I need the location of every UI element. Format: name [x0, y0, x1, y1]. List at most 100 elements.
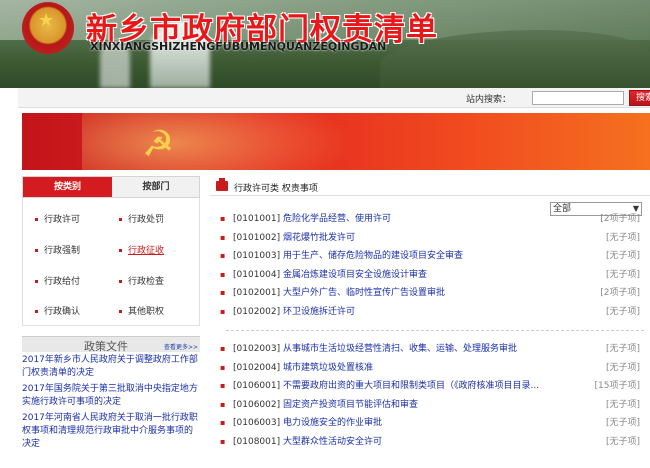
item-name[interactable]: 大型群众性活动安全许可 — [283, 437, 382, 447]
list-item[interactable]: ▪ [0106002] 固定资产投资项目节能评估和审查 [无子项] — [218, 396, 644, 415]
main-header: 行政许可类 权责事项 — [210, 176, 650, 196]
category-tabs: 按类别 按部门 — [22, 176, 200, 198]
bullet-icon — [119, 249, 122, 252]
bullet-icon: ▪ — [220, 214, 226, 223]
list-item[interactable]: ▪ [0102002] 环卫设施拆迁许可 [无子项] — [218, 303, 644, 322]
list-item[interactable]: ▪ [0102003] 从事城市生活垃圾经营性清扫、收集、运输、处理服务审批 [无子… — [218, 340, 644, 359]
bullet-icon: ▪ — [220, 344, 226, 353]
bullet-icon: ▪ — [220, 251, 226, 260]
category-list: 行政许可 行政处罚 行政强制 行政征收 行政给付 行政检查 行政确认 其他职权 — [22, 198, 200, 326]
bullet-icon — [119, 310, 122, 313]
item-subcount: [15项子项] — [594, 381, 640, 391]
search-label: 站内搜索： — [466, 95, 512, 105]
category-item[interactable]: 行政给付 — [35, 274, 80, 287]
item-name[interactable]: 金属冶炼建设项目安全设施设计审查 — [283, 270, 427, 280]
item-code: [0102004] — [233, 362, 281, 373]
search-button[interactable]: 搜索 — [629, 90, 650, 106]
item-code: [0106002] — [233, 399, 281, 410]
category-item-active[interactable]: 行政征收 — [119, 243, 164, 256]
item-subcount: [无子项] — [605, 399, 640, 410]
item-subcount: [无子项] — [605, 344, 640, 354]
list-item[interactable]: ▪ [0101004] 金属冶炼建设项目安全设施设计审查 [无子项] — [218, 266, 644, 285]
hammer-sickle-icon: ☭ — [142, 124, 175, 165]
category-item[interactable]: 行政处罚 — [119, 212, 164, 225]
bullet-icon: ▪ — [220, 288, 226, 297]
bullet-icon — [35, 280, 38, 283]
bullet-icon — [119, 280, 122, 283]
item-code: [0101001] — [233, 214, 281, 224]
bullet-icon: ▪ — [220, 381, 226, 390]
main-title: 行政许可类 权责事项 — [234, 184, 318, 194]
bullet-icon: ▪ — [220, 436, 226, 446]
item-code: [0101002] — [233, 232, 281, 243]
item-subcount: [无子项] — [605, 436, 640, 447]
bullet-icon: ▪ — [220, 232, 226, 242]
policy-header: 政策文件 查看更多>> — [22, 336, 200, 353]
page: ★ 新乡市政府部门权责清单 XINXIANGSHIZHENGFUBUMENQUA… — [0, 0, 650, 468]
bullet-icon: ▪ — [220, 418, 226, 427]
policy-link[interactable]: 2017年河南省人民政府关于取消一批行政职权事项和清理规范行政审批中介服务事项的… — [22, 412, 200, 451]
item-code: [0101004] — [233, 269, 281, 280]
item-subcount: [无子项] — [605, 232, 640, 243]
policy-title: 政策文件 — [84, 340, 128, 353]
list-item[interactable]: ▪ [0101003] 用于生产、储存危险物品的建设项目安全审查 [无子项] — [218, 247, 644, 266]
left-panel: 按类别 按部门 行政许可 行政处罚 行政强制 行政征收 行政给付 行政检查 行政… — [22, 176, 200, 468]
list-item[interactable]: ▪ [0108001] 大型群众性活动安全许可 [无子项] — [218, 433, 644, 452]
item-code: [0106001] — [233, 381, 281, 391]
search-input[interactable] — [532, 91, 624, 105]
party-banner: ☭ — [22, 113, 650, 170]
item-code: [0102002] — [233, 306, 281, 317]
item-name[interactable]: 从事城市生活垃圾经营性清扫、收集、运输、处理服务审批 — [283, 344, 517, 354]
item-subcount: [无子项] — [605, 269, 640, 280]
group-gap — [218, 331, 644, 340]
policy-list: 2017年新乡市人民政府关于调整政府工作部门权责清单的决定 2017年国务院关于… — [22, 354, 200, 454]
bullet-icon: ▪ — [220, 362, 226, 372]
tab-by-department[interactable]: 按部门 — [112, 177, 200, 197]
policy-link[interactable]: 2017年国务院关于第三批取消中央指定地方实施行政许可事项的决定 — [22, 383, 200, 409]
item-subcount: [无子项] — [605, 306, 640, 317]
item-name[interactable]: 城市建筑垃圾处置核准 — [283, 363, 373, 373]
policy-link[interactable]: 2017年新乡市人民政府关于调整政府工作部门权责清单的决定 — [22, 354, 200, 380]
bullet-icon — [119, 218, 122, 221]
national-emblem-icon: ★ — [22, 2, 74, 54]
item-code: [0106003] — [233, 418, 281, 428]
header-banner: ★ 新乡市政府部门权责清单 XINXIANGSHIZHENGFUBUMENQUA… — [0, 0, 650, 88]
briefcase-icon — [216, 178, 228, 191]
category-item[interactable]: 行政强制 — [35, 243, 80, 256]
item-name[interactable]: 环卫设施拆迁许可 — [283, 307, 355, 317]
item-code: [0102003] — [233, 344, 281, 354]
bullet-icon: ▪ — [220, 269, 226, 279]
item-name[interactable]: 危险化学品经营、使用许可 — [283, 214, 391, 224]
policy-more-link[interactable]: 查看更多>> — [164, 342, 198, 351]
banner-light-ray — [82, 113, 382, 170]
list-item[interactable]: ▪ [0102001] 大型户外广告、临时性宣传广告设置审批 [2项子项] — [218, 284, 644, 303]
item-subcount: [2项子项] — [600, 288, 640, 298]
list-item[interactable]: ▪ [0102004] 城市建筑垃圾处置核准 [无子项] — [218, 359, 644, 378]
category-item[interactable]: 行政确认 — [35, 304, 80, 317]
group-gap — [218, 321, 644, 330]
tab-by-category[interactable]: 按类别 — [23, 177, 112, 197]
item-name[interactable]: 固定资产投资项目节能评估和审查 — [283, 400, 418, 410]
main-panel: 行政许可类 权责事项 全部 ▼ ▪ [0101001] 危险化学品经营、使用许可[… — [210, 176, 650, 468]
item-code: [0101003] — [233, 251, 281, 261]
item-code: [0108001] — [233, 436, 281, 447]
list-item[interactable]: ▪ [0106001] 不需要政府出资的重大项目和限制类项目（《政府核准项目目录.… — [218, 377, 644, 396]
category-item[interactable]: 行政许可 — [35, 212, 80, 225]
category-item[interactable]: 行政检查 — [119, 274, 164, 287]
item-subcount: [无子项] — [605, 418, 640, 428]
category-item[interactable]: 其他职权 — [119, 304, 164, 317]
item-name[interactable]: 用于生产、储存危险物品的建设项目安全审查 — [283, 251, 463, 261]
list-item[interactable]: ▪ [0101002] 烟花爆竹批发许可 [无子项] — [218, 229, 644, 248]
item-list: ▪ [0101001] 危险化学品经营、使用许可 [2项子项] ▪ [0101002]… — [218, 210, 644, 451]
search-bar: 站内搜索： 搜索 — [18, 88, 650, 108]
item-code: [0102001] — [233, 288, 281, 298]
item-subcount: [无子项] — [605, 251, 640, 261]
list-item[interactable]: ▪ [0101001] 危险化学品经营、使用许可 [2项子项] — [218, 210, 644, 229]
list-item[interactable]: ▪ [0106003] 电力设施安全的作业审批 [无子项] — [218, 414, 644, 433]
item-name[interactable]: 不需要政府出资的重大项目和限制类项目（《政府核准项目目录... — [283, 381, 539, 391]
item-name[interactable]: 烟花爆竹批发许可 — [283, 233, 355, 243]
item-subcount: [无子项] — [605, 362, 640, 373]
item-name[interactable]: 大型户外广告、临时性宣传广告设置审批 — [283, 288, 445, 298]
item-name[interactable]: 电力设施安全的作业审批 — [283, 418, 382, 428]
bullet-icon: ▪ — [220, 399, 226, 409]
